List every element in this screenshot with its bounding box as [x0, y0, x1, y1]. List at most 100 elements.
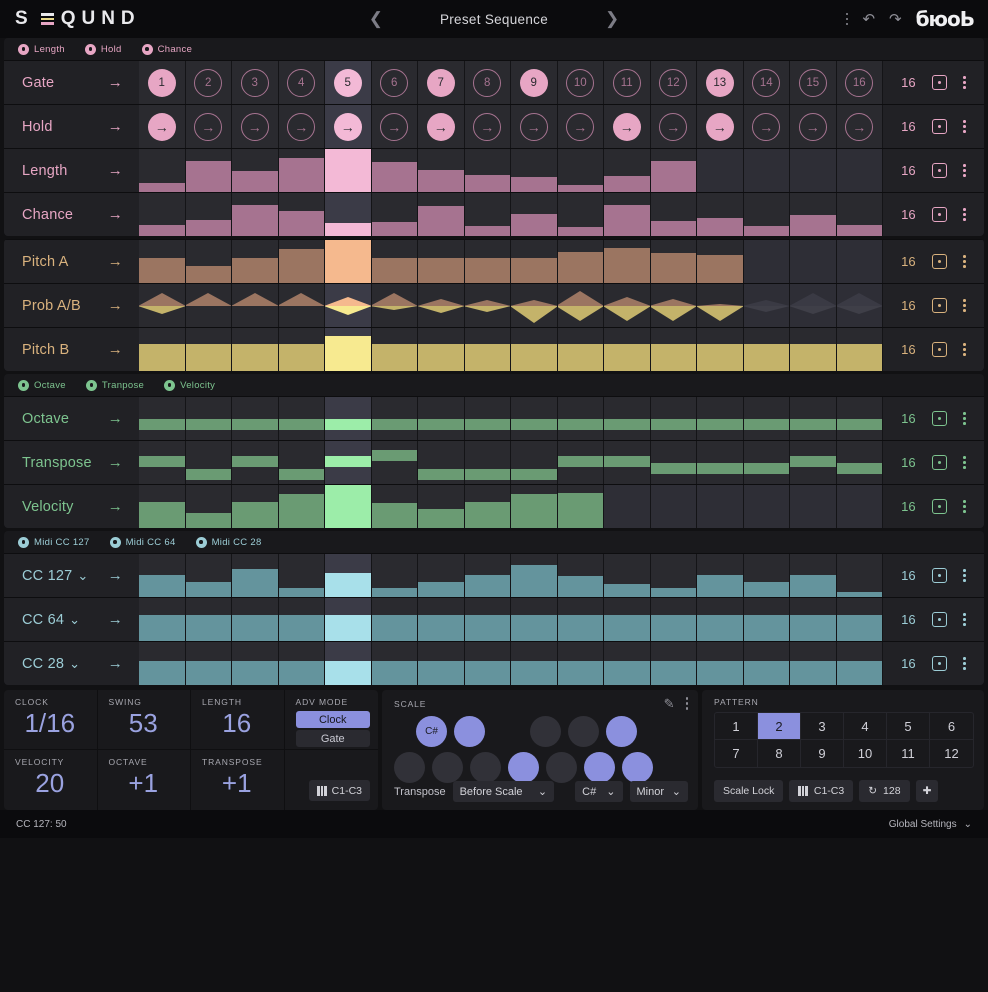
- step-cell[interactable]: [558, 554, 605, 597]
- tab-length[interactable]: Length: [18, 44, 65, 55]
- step-cell[interactable]: [697, 485, 744, 528]
- step-cell[interactable]: [279, 441, 326, 484]
- arrow-right-icon[interactable]: →: [108, 162, 123, 179]
- hold-step-button[interactable]: →: [380, 113, 408, 141]
- kebab-menu-icon[interactable]: [963, 569, 966, 582]
- kebab-menu-icon[interactable]: [686, 697, 689, 710]
- step-cell[interactable]: [790, 554, 837, 597]
- step-cell[interactable]: [558, 441, 605, 484]
- step-cell[interactable]: →: [325, 105, 372, 148]
- step-cell[interactable]: [697, 284, 744, 327]
- step-cell[interactable]: [232, 193, 279, 236]
- step-count-label[interactable]: 16: [901, 298, 915, 313]
- step-cell[interactable]: [325, 284, 372, 327]
- step-cell[interactable]: [651, 397, 698, 440]
- step-cell[interactable]: [651, 193, 698, 236]
- step-button[interactable]: 12: [659, 69, 687, 97]
- step-cell[interactable]: [186, 598, 233, 641]
- step-cell[interactable]: [465, 441, 512, 484]
- step-cell[interactable]: [465, 240, 512, 283]
- step-count-label[interactable]: 16: [901, 254, 915, 269]
- step-cell[interactable]: [744, 284, 791, 327]
- step-cell[interactable]: [790, 240, 837, 283]
- kebab-menu-icon[interactable]: [963, 255, 966, 268]
- tab-chance[interactable]: Chance: [142, 44, 193, 55]
- tab-midi-cc-127[interactable]: Midi CC 127: [18, 537, 90, 548]
- step-cell[interactable]: →: [465, 105, 512, 148]
- step-cell[interactable]: [232, 240, 279, 283]
- pattern-button[interactable]: 6: [930, 713, 973, 740]
- step-cell[interactable]: [232, 485, 279, 528]
- step-cell[interactable]: [139, 598, 186, 641]
- step-cell[interactable]: [511, 598, 558, 641]
- step-cell[interactable]: [139, 485, 186, 528]
- step-cell[interactable]: [139, 441, 186, 484]
- step-cell[interactable]: [558, 598, 605, 641]
- step-cell[interactable]: [232, 284, 279, 327]
- step-cell[interactable]: [604, 284, 651, 327]
- step-cell[interactable]: [232, 149, 279, 192]
- hold-step-button[interactable]: →: [287, 113, 315, 141]
- step-cell[interactable]: [604, 642, 651, 685]
- step-cell[interactable]: [418, 240, 465, 283]
- tab-octave[interactable]: Octave: [18, 380, 66, 391]
- scale-note[interactable]: [584, 752, 615, 783]
- kebab-menu-icon[interactable]: [963, 412, 966, 425]
- step-count-label[interactable]: 16: [901, 207, 915, 222]
- step-cell[interactable]: [279, 284, 326, 327]
- step-button[interactable]: 7: [427, 69, 455, 97]
- step-cell[interactable]: [465, 554, 512, 597]
- step-cell[interactable]: [697, 328, 744, 371]
- step-cell[interactable]: [744, 642, 791, 685]
- step-cell[interactable]: →: [511, 105, 558, 148]
- tab-velocity[interactable]: Velocity: [164, 380, 215, 391]
- randomize-icon[interactable]: [932, 656, 947, 671]
- kebab-menu-icon[interactable]: [963, 500, 966, 513]
- step-cell[interactable]: [697, 598, 744, 641]
- step-cell[interactable]: [372, 284, 419, 327]
- step-cell[interactable]: [279, 397, 326, 440]
- step-cell[interactable]: [511, 149, 558, 192]
- randomize-icon[interactable]: [932, 411, 947, 426]
- step-cell[interactable]: [837, 284, 884, 327]
- step-cell[interactable]: [279, 240, 326, 283]
- step-button[interactable]: 5: [334, 69, 362, 97]
- step-cell[interactable]: [790, 193, 837, 236]
- randomize-icon[interactable]: [932, 298, 947, 313]
- scale-note[interactable]: [606, 716, 637, 747]
- step-cell[interactable]: [186, 554, 233, 597]
- step-cell[interactable]: [372, 328, 419, 371]
- randomize-icon[interactable]: [932, 119, 947, 134]
- step-cell[interactable]: [837, 328, 884, 371]
- step-count-label[interactable]: 16: [901, 499, 915, 514]
- step-count-label[interactable]: 16: [901, 411, 915, 426]
- step-cell[interactable]: [186, 441, 233, 484]
- preset-name[interactable]: Preset Sequence: [404, 12, 584, 27]
- step-cell[interactable]: [418, 642, 465, 685]
- step-cell[interactable]: →: [186, 105, 233, 148]
- step-cell[interactable]: [325, 485, 372, 528]
- step-cell[interactable]: [465, 328, 512, 371]
- hold-step-button[interactable]: →: [566, 113, 594, 141]
- step-cell[interactable]: [325, 240, 372, 283]
- step-cell[interactable]: 1: [139, 61, 186, 104]
- step-cell[interactable]: [697, 441, 744, 484]
- step-cell[interactable]: [790, 284, 837, 327]
- step-cell[interactable]: [790, 642, 837, 685]
- step-cell[interactable]: [651, 149, 698, 192]
- step-cell[interactable]: [232, 441, 279, 484]
- step-cell[interactable]: →: [279, 105, 326, 148]
- step-cell[interactable]: [279, 485, 326, 528]
- step-cell[interactable]: [418, 441, 465, 484]
- tab-midi-cc-64[interactable]: Midi CC 64: [110, 537, 176, 548]
- step-cell[interactable]: [279, 193, 326, 236]
- step-cell[interactable]: [744, 598, 791, 641]
- step-cell[interactable]: 9: [511, 61, 558, 104]
- tab-midi-cc-28[interactable]: Midi CC 28: [196, 537, 262, 548]
- step-cell[interactable]: [651, 240, 698, 283]
- step-button[interactable]: 15: [799, 69, 827, 97]
- arrow-right-icon[interactable]: →: [108, 454, 123, 471]
- step-cell[interactable]: 11: [604, 61, 651, 104]
- pattern-button[interactable]: 5: [887, 713, 930, 740]
- step-cell[interactable]: [558, 397, 605, 440]
